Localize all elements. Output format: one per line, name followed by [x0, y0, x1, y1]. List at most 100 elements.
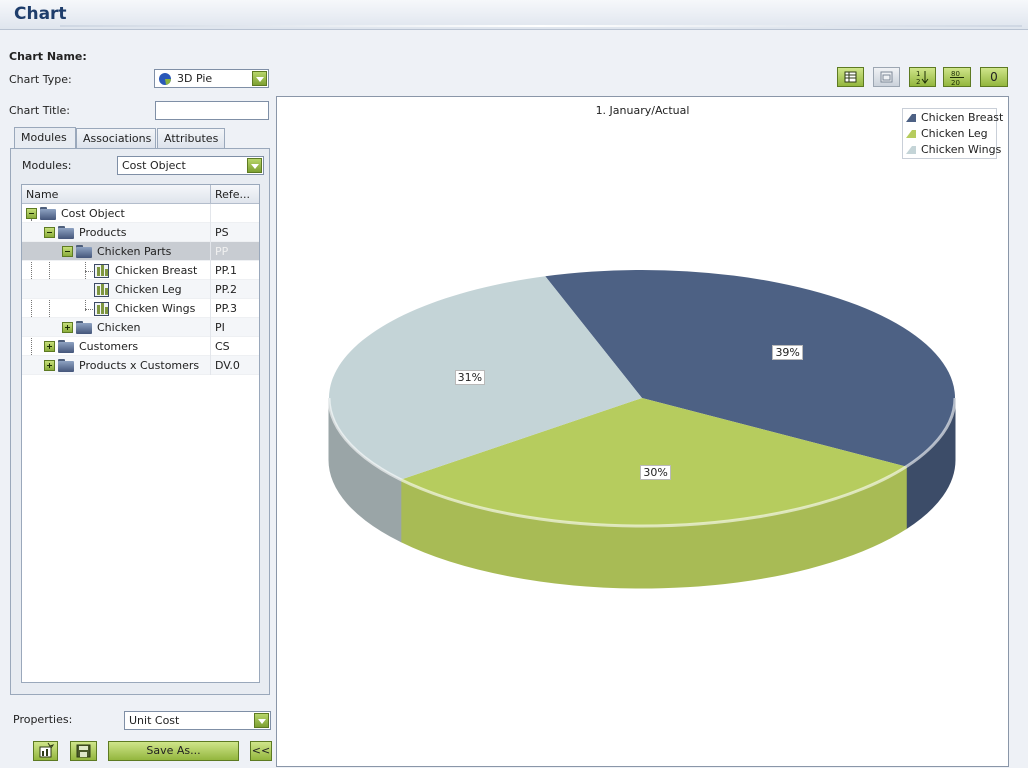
tree-row-ref: PI: [210, 318, 229, 337]
modules-label: Modules:: [22, 159, 72, 172]
tree-row-ref: PS: [210, 223, 233, 242]
chart-type-value: 3D Pie: [177, 72, 213, 85]
chart-icon: [94, 302, 109, 316]
chart-icon: [94, 264, 109, 278]
chart-view-button[interactable]: [873, 67, 900, 87]
tree-row-ref: PP: [210, 242, 232, 261]
zero-button[interactable]: 0: [980, 67, 1008, 87]
chevron-down-icon[interactable]: [252, 71, 267, 86]
slice-label-chicken-leg: 30%: [640, 465, 671, 481]
svg-text:2: 2: [916, 78, 920, 86]
table-view-button[interactable]: [837, 67, 864, 87]
tab-attributes-label: Attributes: [164, 132, 219, 145]
tree-row[interactable]: Chicken PI: [22, 318, 259, 337]
tree-row-name: Chicken Leg: [115, 283, 182, 296]
modules-select[interactable]: Cost Object: [117, 156, 264, 175]
svg-text:20: 20: [951, 79, 960, 86]
legend-label: Chicken Breast: [921, 111, 1004, 124]
tree-header: Name Refe...: [22, 185, 259, 204]
tree-row-ref: [210, 204, 219, 223]
tree-row-name: Chicken: [97, 321, 141, 334]
zero-label: 0: [990, 70, 998, 84]
chart-legend: Chicken Breast Chicken Leg Chicken Wings: [902, 108, 1003, 159]
tree-row[interactable]: Customers CS: [22, 337, 259, 356]
chart-type-label: Chart Type:: [9, 73, 72, 86]
folder-icon: [76, 321, 92, 334]
tree-row-name: Chicken Breast: [115, 264, 198, 277]
window-title: Chart: [14, 4, 67, 24]
tree-row[interactable]: Chicken Breast PP.1: [22, 261, 259, 280]
new-chart-button[interactable]: [33, 741, 58, 761]
sort-icon: 1 2: [916, 70, 929, 86]
tree-row-ref: DV.0: [210, 356, 244, 375]
folder-icon: [58, 359, 74, 372]
chart-title-label: Chart Title:: [9, 104, 71, 117]
pareto-button[interactable]: 80 20: [943, 67, 971, 87]
chart-name-label: Chart Name:: [9, 50, 87, 63]
chart-view-icon: [880, 71, 893, 83]
folder-icon: [58, 340, 74, 353]
legend-label: Chicken Wings: [921, 143, 1002, 156]
tree-row[interactable]: Products PS: [22, 223, 259, 242]
folder-icon: [40, 207, 56, 220]
legend-swatch: [906, 130, 916, 138]
properties-value: Unit Cost: [129, 714, 180, 727]
save-icon: [76, 744, 91, 758]
svg-text:80: 80: [951, 70, 960, 78]
module-tree: Name Refe... Cost Object Products PS Chi…: [21, 184, 260, 683]
properties-select[interactable]: Unit Cost: [124, 711, 271, 730]
tree-row[interactable]: Chicken Wings PP.3: [22, 299, 259, 318]
tab-modules-label: Modules: [21, 131, 67, 144]
slice-label-chicken-breast: 39%: [772, 345, 803, 361]
save-as-label: Save As...: [146, 744, 201, 757]
tree-row-selected[interactable]: Chicken Parts PP: [22, 242, 259, 261]
properties-label: Properties:: [13, 713, 73, 726]
svg-text:1: 1: [916, 70, 920, 78]
tab-associations[interactable]: Associations: [76, 128, 156, 148]
collapse-panel-button[interactable]: <<: [250, 741, 272, 761]
column-header-reference[interactable]: Refe...: [210, 185, 254, 204]
sort-button[interactable]: 1 2: [909, 67, 936, 87]
chart-area: 1. January/Actual Chicken Breast Chicken…: [276, 96, 1009, 767]
chevron-down-icon[interactable]: [247, 158, 262, 173]
collapse-icon[interactable]: [26, 208, 37, 219]
tree-row-ref: PP.3: [210, 299, 241, 318]
tree-row[interactable]: Products x Customers DV.0: [22, 356, 259, 375]
chart-title-input[interactable]: [155, 101, 269, 120]
tree-row-name: Products x Customers: [79, 359, 200, 372]
chevron-down-icon[interactable]: [254, 713, 269, 728]
save-button[interactable]: [70, 741, 97, 761]
tree-row[interactable]: Chicken Leg PP.2: [22, 280, 259, 299]
pie-chart-icon: [159, 73, 171, 85]
expand-icon[interactable]: [44, 341, 55, 352]
tree-row-name: Cost Object: [61, 207, 125, 220]
save-as-button[interactable]: Save As...: [108, 741, 239, 761]
chart-icon: [94, 283, 109, 297]
folder-icon: [76, 245, 92, 258]
table-icon: [844, 71, 857, 83]
legend-label: Chicken Leg: [921, 127, 988, 140]
folder-icon: [58, 226, 74, 239]
collapse-icon[interactable]: [44, 227, 55, 238]
tree-row-name: Chicken Parts: [97, 245, 172, 258]
slice-label-chicken-wings: 31%: [454, 370, 486, 386]
title-bar: Chart: [0, 0, 1028, 30]
legend-swatch: [906, 114, 916, 122]
legend-swatch: [906, 146, 916, 154]
new-chart-icon: [39, 742, 55, 758]
tab-attributes[interactable]: Attributes: [157, 128, 225, 148]
chart-type-select[interactable]: 3D Pie: [154, 69, 269, 88]
tree-row[interactable]: Cost Object: [22, 204, 259, 223]
modules-value: Cost Object: [122, 159, 186, 172]
title-divider: [60, 25, 1022, 27]
collapse-icon[interactable]: [62, 246, 73, 257]
pareto-icon: 80 20: [950, 70, 964, 87]
tab-modules[interactable]: Modules: [14, 127, 76, 149]
tab-associations-label: Associations: [83, 132, 152, 145]
column-header-name[interactable]: Name: [26, 188, 58, 201]
expand-icon[interactable]: [44, 360, 55, 371]
tree-row-ref: CS: [210, 337, 234, 356]
expand-icon[interactable]: [62, 322, 73, 333]
pie-chart: [327, 270, 957, 589]
collapse-panel-label: <<: [251, 744, 271, 757]
